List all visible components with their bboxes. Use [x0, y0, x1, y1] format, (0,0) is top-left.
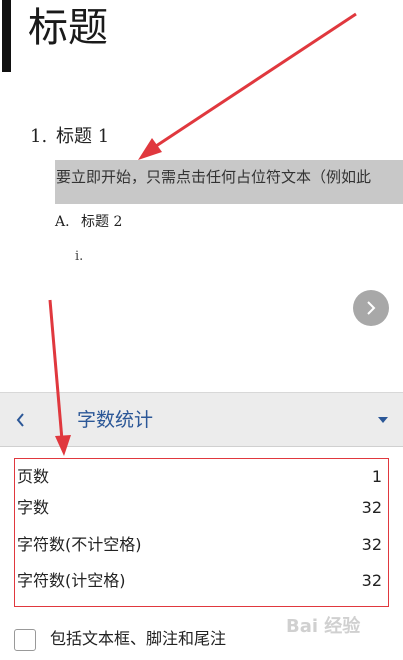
- include-textboxes-label: 包括文本框、脚注和尾注: [50, 629, 227, 648]
- heading-style-bar: [2, 0, 11, 72]
- heading-1-number: 1.: [30, 126, 48, 147]
- chevron-left-icon: [16, 413, 24, 427]
- heading-3-number: i.: [75, 249, 84, 264]
- word-count-header: 字数统计: [0, 392, 403, 447]
- heading-2-text: 标题 2: [81, 214, 123, 230]
- panel-title: 字数统计: [77, 409, 154, 431]
- selected-text-content: 要立即开始，只需点击任何占位符文本（例如此: [56, 168, 372, 186]
- stat-value: 32: [361, 571, 382, 590]
- caret-down-icon: [378, 417, 388, 423]
- stat-label: 字符数(不计空格): [17, 535, 142, 554]
- heading-2: A. 标题 2: [55, 211, 122, 231]
- stat-row-chars-no-spaces: 字符数(不计空格) 32: [17, 533, 384, 557]
- stat-row-words: 字数 32: [17, 496, 384, 520]
- stat-value: 1: [371, 467, 382, 486]
- include-textboxes-checkbox[interactable]: [14, 629, 36, 651]
- stat-value: 32: [361, 498, 382, 517]
- panel-dropdown-button[interactable]: [372, 409, 394, 431]
- stat-label: 页数: [17, 467, 50, 486]
- stat-row-pages: 页数 1: [17, 465, 384, 489]
- heading-1: 1. 标题 1: [30, 122, 109, 148]
- chevron-right-icon: [367, 301, 376, 315]
- heading-2-number: A.: [55, 214, 70, 230]
- document-title: 标题: [28, 5, 108, 51]
- stat-value: 32: [361, 535, 382, 554]
- next-page-button[interactable]: [353, 290, 389, 326]
- watermark-logo: Bai 经验: [286, 616, 361, 637]
- selected-placeholder-text[interactable]: 要立即开始，只需点击任何占位符文本（例如此: [55, 160, 403, 204]
- stat-row-chars-with-spaces: 字符数(计空格) 32: [17, 569, 384, 593]
- back-button[interactable]: [8, 405, 34, 435]
- stat-label: 字数: [17, 498, 50, 517]
- stat-label: 字符数(计空格): [17, 571, 126, 590]
- heading-1-text: 标题 1: [56, 126, 110, 147]
- word-count-stats: 页数 1 字数 32 字符数(不计空格) 32 字符数(计空格) 32: [14, 458, 389, 607]
- document-canvas[interactable]: 标题 1. 标题 1 要立即开始，只需点击任何占位符文本（例如此 A. 标题 2 i…: [0, 0, 403, 392]
